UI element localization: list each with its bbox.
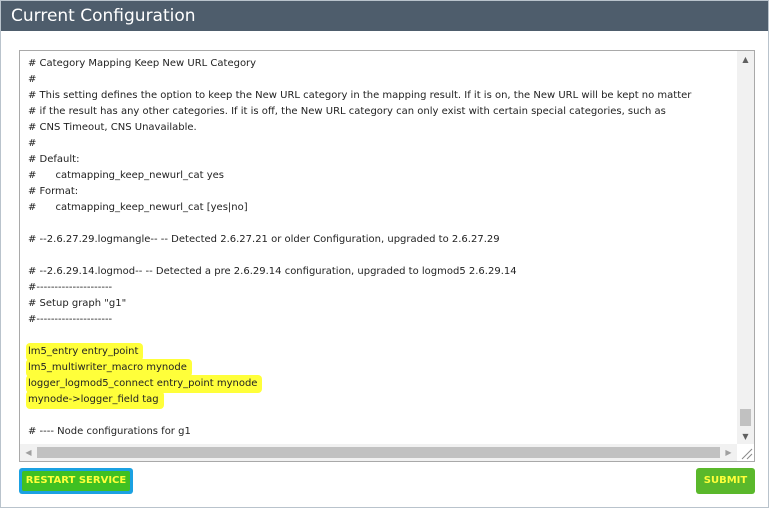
configuration-panel: Current Configuration # Category Mapping…: [0, 0, 769, 508]
config-line: #: [28, 138, 37, 149]
config-line: # This setting defines the option to kee…: [28, 90, 692, 101]
config-line: #---------------------: [28, 282, 113, 293]
config-line: #: [28, 74, 37, 85]
submit-button[interactable]: SUBMIT: [696, 468, 755, 494]
scroll-up-icon[interactable]: ▲: [737, 51, 754, 68]
config-text-content[interactable]: # Category Mapping Keep New URL Category…: [20, 51, 737, 445]
vertical-scrollbar[interactable]: ▲ ▼: [737, 51, 754, 445]
config-line: # Format:: [28, 186, 79, 197]
config-line-highlighted: lm5_multiwriter_macro mynode: [28, 361, 190, 375]
restart-service-label: RESTART SERVICE: [22, 471, 130, 491]
panel-title: Current Configuration: [1, 1, 768, 31]
restart-service-button[interactable]: RESTART SERVICE: [19, 468, 133, 494]
config-line-highlighted: mynode->logger_field tag: [28, 393, 162, 407]
horizontal-scrollbar[interactable]: ◀ ▶: [20, 444, 737, 461]
config-line: # Default:: [28, 154, 80, 165]
config-line-highlighted: lm5_entry entry_point: [28, 345, 142, 359]
config-line: # --2.6.27.29.logmangle-- -- Detected 2.…: [28, 234, 500, 245]
config-textarea[interactable]: # Category Mapping Keep New URL Category…: [19, 50, 755, 462]
config-line: # if the result has any other categories…: [28, 106, 666, 117]
config-line: # catmapping_keep_newurl_cat [yes|no]: [28, 202, 248, 213]
config-line: # Category Mapping Keep New URL Category: [28, 58, 257, 69]
vertical-scroll-thumb[interactable]: [740, 409, 751, 426]
config-line: # --2.6.29.14.logmod-- -- Detected a pre…: [28, 266, 517, 277]
scroll-left-icon[interactable]: ◀: [20, 444, 37, 461]
scroll-right-icon[interactable]: ▶: [720, 444, 737, 461]
resize-handle-icon[interactable]: [737, 444, 754, 461]
config-line: # CNS Timeout, CNS Unavailable.: [28, 122, 197, 133]
config-line: #---------------------: [28, 314, 113, 325]
scroll-down-icon[interactable]: ▼: [737, 428, 754, 445]
config-line: # catmapping_keep_newurl_cat yes: [28, 170, 225, 181]
config-line: # Setup graph "g1": [28, 298, 127, 309]
config-line-highlighted: logger_logmod5_connect entry_point mynod…: [28, 377, 261, 391]
config-line: # ---- Node configurations for g1: [28, 426, 191, 437]
horizontal-scroll-thumb[interactable]: [37, 447, 720, 458]
